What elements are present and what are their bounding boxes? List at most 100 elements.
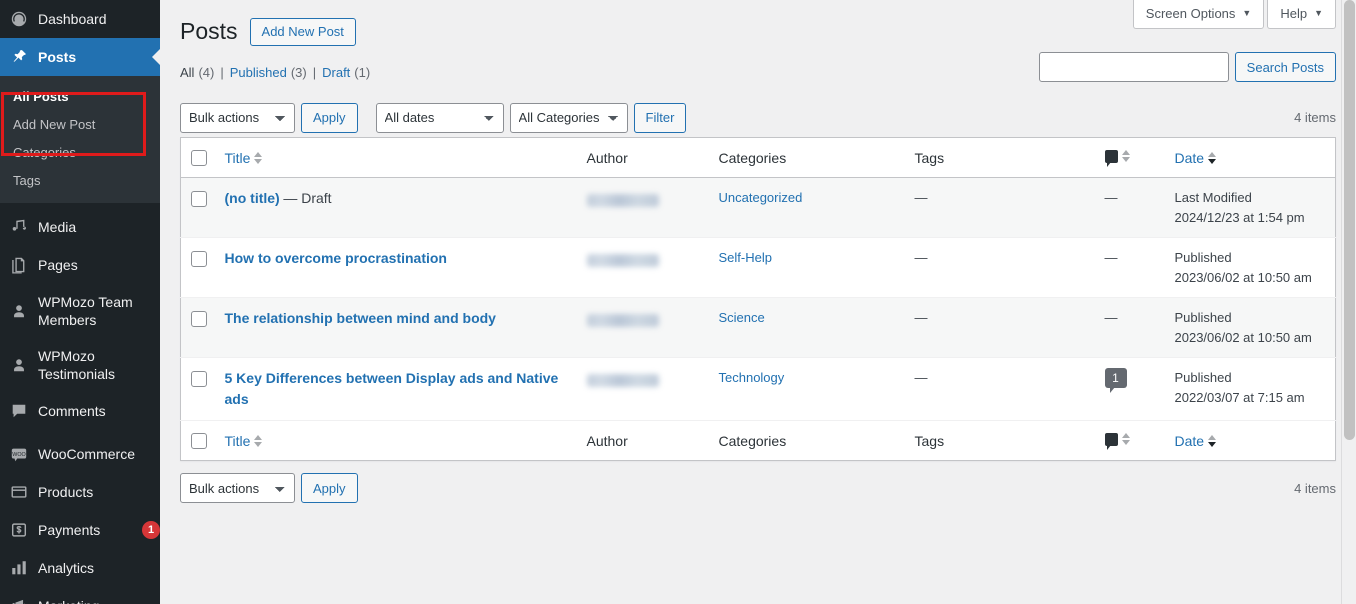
add-new-post-button[interactable]: Add New Post bbox=[249, 18, 356, 47]
bulk-actions-select-top[interactable]: Bulk actions bbox=[180, 102, 295, 133]
sort-title-link-footer[interactable]: Title bbox=[225, 433, 263, 449]
sidebar-item-media[interactable]: Media bbox=[0, 208, 160, 246]
row-author-cell bbox=[576, 177, 709, 239]
sort-title-link[interactable]: Title bbox=[225, 150, 263, 166]
svg-text:WOO: WOO bbox=[12, 452, 25, 458]
categories-filter-select[interactable]: All Categories bbox=[509, 102, 628, 133]
column-header-comments[interactable] bbox=[1094, 137, 1165, 179]
category-link[interactable]: Uncategorized bbox=[719, 190, 803, 205]
sidebar-item-label: WooCommerce bbox=[38, 446, 135, 462]
sort-arrows-icon bbox=[1121, 433, 1130, 446]
sidebar-item-wpmozo-team-members[interactable]: WPMozo Team Members bbox=[0, 284, 160, 338]
user-icon bbox=[9, 301, 29, 321]
category-link[interactable]: Science bbox=[719, 310, 765, 325]
select-all-checkbox[interactable] bbox=[191, 150, 207, 167]
screen-options-button[interactable]: Screen Options ▼ bbox=[1132, 0, 1265, 29]
column-footer-title[interactable]: Title bbox=[214, 420, 577, 461]
filter-button[interactable]: Filter bbox=[633, 102, 687, 133]
select-all-header bbox=[180, 137, 215, 179]
post-title-link[interactable]: How to overcome procrastination bbox=[225, 250, 447, 266]
row-checkbox[interactable] bbox=[191, 370, 207, 387]
posts-table-head: Title Author Categories Tags Date bbox=[180, 137, 1336, 179]
column-header-tags: Tags bbox=[904, 137, 1095, 179]
column-footer-date[interactable]: Date bbox=[1164, 420, 1336, 461]
sort-date-link[interactable]: Date bbox=[1175, 150, 1217, 166]
row-comments-cell: — bbox=[1094, 297, 1165, 359]
row-categories-cell: Technology bbox=[708, 357, 905, 422]
status-filter-label[interactable]: Draft bbox=[322, 63, 350, 83]
status-filter-published[interactable]: Published (3) | bbox=[230, 63, 322, 83]
media-icon bbox=[9, 217, 29, 237]
category-link[interactable]: Technology bbox=[719, 370, 785, 385]
submenu-item-categories[interactable]: Categories bbox=[0, 139, 160, 167]
sidebar-item-posts[interactable]: Posts bbox=[0, 38, 160, 76]
comment-icon bbox=[9, 401, 29, 421]
date-value: 2024/12/23 at 1:54 pm bbox=[1174, 209, 1305, 225]
author-redacted bbox=[586, 313, 659, 327]
column-label-tags: Tags bbox=[914, 432, 945, 449]
status-filter-all[interactable]: All (4) | bbox=[180, 63, 230, 83]
comment-count-bubble[interactable]: 1 bbox=[1104, 368, 1127, 394]
bulk-actions-select-bottom[interactable]: Bulk actions bbox=[180, 473, 295, 504]
status-filter-label[interactable]: Published bbox=[230, 63, 287, 83]
column-label-title: Title bbox=[224, 149, 251, 166]
sort-date-link-footer[interactable]: Date bbox=[1175, 433, 1217, 449]
help-button[interactable]: Help ▼ bbox=[1267, 0, 1336, 29]
sidebar-item-label: Analytics bbox=[38, 560, 95, 576]
apply-button-bottom[interactable]: Apply bbox=[301, 473, 358, 504]
sidebar-item-label: WPMozo Team Members bbox=[38, 294, 133, 328]
row-date-cell: Published 2023/06/02 at 10:50 am bbox=[1164, 237, 1336, 299]
post-title-link[interactable]: The relationship between mind and body bbox=[225, 310, 496, 326]
search-input[interactable] bbox=[1038, 52, 1229, 82]
column-label-title: Title bbox=[224, 432, 251, 449]
search-posts-button[interactable]: Search Posts bbox=[1234, 52, 1336, 82]
sidebar-item-comments[interactable]: Comments bbox=[0, 392, 160, 430]
sidebar-item-payments[interactable]: Payments 1 bbox=[0, 511, 160, 549]
row-select-cell bbox=[180, 237, 215, 299]
row-checkbox[interactable] bbox=[191, 190, 207, 207]
post-title-link[interactable]: 5 Key Differences between Display ads an… bbox=[225, 370, 559, 407]
status-filter-label[interactable]: All bbox=[180, 63, 194, 83]
sort-arrows-icon bbox=[254, 434, 263, 447]
dashboard-icon bbox=[9, 9, 29, 29]
sort-comments-link[interactable] bbox=[1104, 149, 1130, 167]
sidebar-item-analytics[interactable]: Analytics bbox=[0, 549, 160, 587]
row-categories-cell: Self-Help bbox=[708, 237, 905, 299]
status-filter-draft[interactable]: Draft (1) bbox=[322, 63, 370, 83]
apply-button-top[interactable]: Apply bbox=[301, 102, 358, 133]
sidebar-item-dashboard[interactable]: Dashboard bbox=[0, 0, 160, 38]
row-author-cell bbox=[576, 237, 709, 299]
sidebar-item-products[interactable]: Products bbox=[0, 473, 160, 511]
table-row: The relationship between mind and body S… bbox=[180, 297, 1336, 359]
date-status: Last Modified bbox=[1174, 190, 1252, 206]
post-title-link[interactable]: (no title) bbox=[225, 190, 280, 206]
comments-icon bbox=[1104, 432, 1118, 450]
tablenav-top: Bulk actions Apply All dates All Categor… bbox=[180, 102, 1336, 133]
sidebar-item-label: Payments bbox=[38, 522, 101, 538]
scrollbar-thumb[interactable] bbox=[1344, 0, 1355, 440]
sidebar-item-woocommerce[interactable]: WOO WooCommerce bbox=[0, 435, 160, 473]
select-all-checkbox-footer[interactable] bbox=[191, 433, 207, 450]
pages-icon bbox=[9, 255, 29, 275]
sort-comments-link-footer[interactable] bbox=[1104, 432, 1130, 450]
dates-filter-select[interactable]: All dates bbox=[375, 102, 504, 133]
row-checkbox[interactable] bbox=[191, 310, 207, 327]
date-value: 2022/03/07 at 7:15 am bbox=[1174, 389, 1305, 405]
page-scrollbar[interactable] bbox=[1341, 0, 1356, 604]
screen-meta-links: Screen Options ▼ Help ▼ bbox=[1132, 0, 1336, 29]
sidebar-item-marketing[interactable]: Marketing bbox=[0, 587, 160, 604]
submenu-item-add-new-post[interactable]: Add New Post bbox=[0, 111, 160, 139]
sidebar-item-wpmozo-testimonials[interactable]: WPMozo Testimonials bbox=[0, 338, 160, 392]
submenu-item-tags[interactable]: Tags bbox=[0, 167, 160, 195]
sort-arrows-icon bbox=[1208, 151, 1217, 164]
row-checkbox[interactable] bbox=[191, 250, 207, 267]
sidebar-item-pages[interactable]: Pages bbox=[0, 246, 160, 284]
row-date-cell: Last Modified 2024/12/23 at 1:54 pm bbox=[1164, 177, 1336, 239]
tablenav-bottom: Bulk actions Apply 4 items bbox=[180, 473, 1336, 504]
main-content: Screen Options ▼ Help ▼ Posts Add New Po… bbox=[160, 0, 1356, 604]
submenu-item-all-posts[interactable]: All Posts bbox=[0, 83, 160, 111]
column-footer-comments[interactable] bbox=[1094, 420, 1165, 461]
column-header-title[interactable]: Title bbox=[214, 137, 577, 179]
category-link[interactable]: Self-Help bbox=[719, 250, 772, 265]
column-header-date[interactable]: Date bbox=[1164, 137, 1336, 179]
